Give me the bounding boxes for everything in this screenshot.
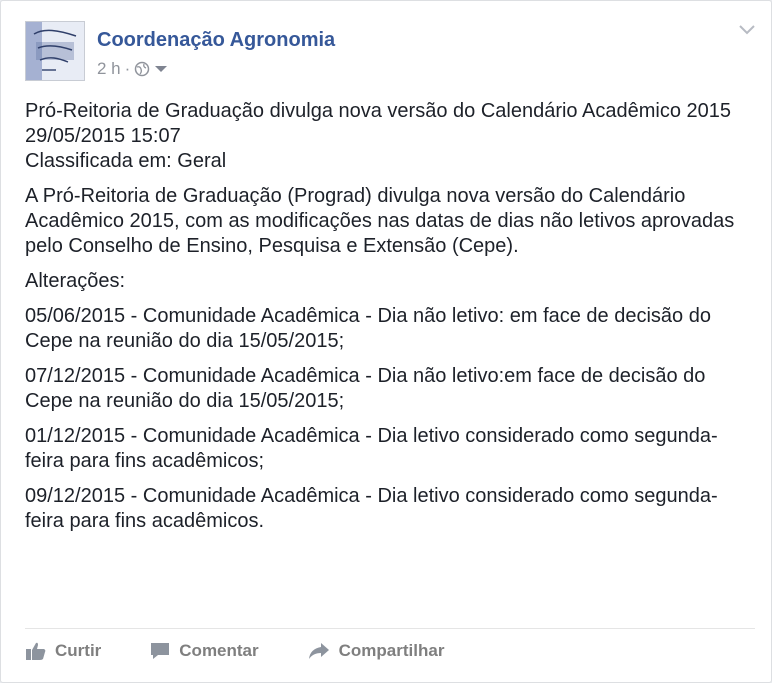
comment-bubble-icon bbox=[151, 643, 170, 659]
privacy-dropdown-icon[interactable] bbox=[154, 64, 168, 74]
share-label: Compartilhar bbox=[338, 641, 445, 660]
post-category: Classificada em: Geral bbox=[25, 150, 227, 172]
post-card: Coordenação Agronomia 2 h · Pró-Reitoria… bbox=[0, 0, 772, 683]
comment-button[interactable]: Comentar bbox=[149, 641, 259, 661]
actions-divider bbox=[25, 628, 755, 629]
post-meta: 2 h · bbox=[97, 59, 168, 79]
like-button[interactable]: Curtir bbox=[25, 641, 101, 661]
globe-privacy-icon[interactable] bbox=[134, 61, 150, 77]
share-arrow-icon bbox=[308, 643, 329, 659]
avatar-logo-icon bbox=[26, 22, 84, 80]
post-date: 29/05/2015 15:07 bbox=[25, 125, 181, 147]
post-actions-bar: Curtir Comentar Compartilhar bbox=[25, 641, 444, 661]
separator-dot: · bbox=[124, 59, 131, 78]
post-body: Pró-Reitoria de Graduação divulga nova v… bbox=[25, 99, 753, 544]
change-item: 05/06/2015 - Comunidade Acadêmica - Dia … bbox=[25, 305, 711, 352]
changes-label: Alterações: bbox=[25, 270, 126, 292]
share-button[interactable]: Compartilhar bbox=[307, 641, 445, 661]
post-title: Pró-Reitoria de Graduação divulga nova v… bbox=[25, 100, 731, 122]
post-intro: A Pró-Reitoria de Graduação (Prograd) di… bbox=[25, 185, 735, 257]
change-item: 09/12/2015 - Comunidade Acadêmica - Dia … bbox=[25, 485, 718, 532]
page-name-link[interactable]: Coordenação Agronomia bbox=[97, 29, 335, 52]
comment-label: Comentar bbox=[179, 641, 259, 660]
post-options-chevron-icon[interactable] bbox=[737, 23, 757, 37]
like-label: Curtir bbox=[55, 641, 102, 660]
thumbs-up-icon bbox=[26, 642, 46, 660]
page-avatar[interactable] bbox=[25, 21, 85, 81]
post-timestamp[interactable]: 2 h bbox=[97, 59, 121, 79]
post-heading-block: Pró-Reitoria de Graduação divulga nova v… bbox=[25, 99, 753, 174]
change-item: 01/12/2015 - Comunidade Acadêmica - Dia … bbox=[25, 425, 718, 472]
change-item: 07/12/2015 - Comunidade Acadêmica - Dia … bbox=[25, 365, 706, 412]
